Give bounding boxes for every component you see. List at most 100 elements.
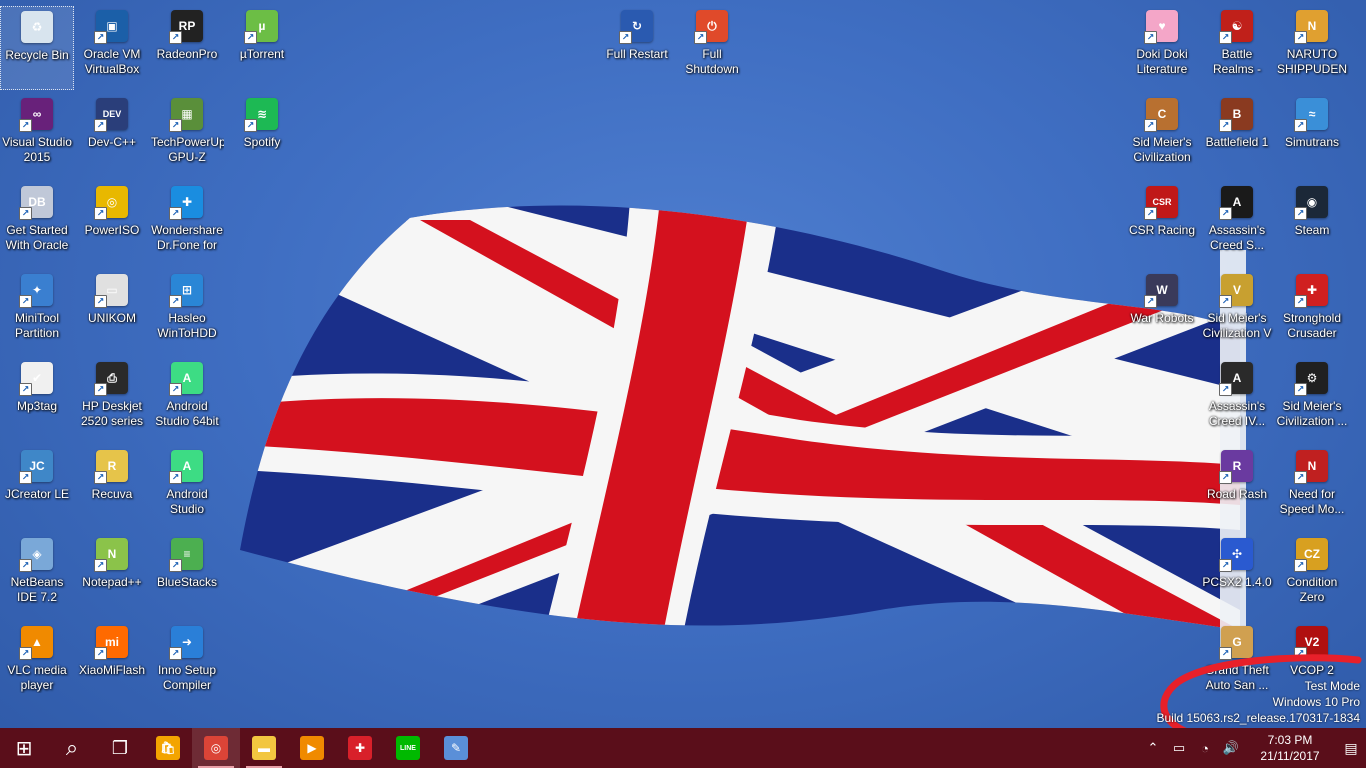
desktop-icon[interactable]: ◎ ↗ PowerISO [75,182,149,266]
desktop-icon[interactable]: ∞ ↗ Visual Studio 2015 [0,94,74,178]
shortcut-arrow-icon: ↗ [1219,471,1232,484]
shortcut-arrow-icon: ↗ [169,31,182,44]
taskbar-app-media-player[interactable]: ▶ [288,728,336,768]
network-icon[interactable]: ◔ [1192,741,1218,756]
shortcut-arrow-icon: ↗ [1144,119,1157,132]
desktop-icon-label: Doki Doki Literature Club [1136,47,1188,76]
desktop-icon[interactable]: ≡ ↗ BlueStacks [150,534,224,618]
desktop-icon-label: MiniTool Partition Wizard [14,311,60,340]
desktop-icon[interactable]: V ↗ Sid Meier's Civilization V [1200,270,1274,354]
desktop-icon[interactable]: ⚙ ↗ Sid Meier's Civilization ... [1275,358,1349,442]
desktop-icon[interactable]: ▭ ↗ UNIKOM [75,270,149,354]
shortcut-arrow-icon: ↗ [94,647,107,660]
desktop-icon-label: Full Shutdown [685,47,739,76]
android-studio-icon: A ↗ [169,362,203,396]
desktop-icon[interactable]: ⎙ ↗ HP Deskjet 2520 series [75,358,149,442]
desktop-icon[interactable]: ⊞ ↗ Hasleo WinToHDD [150,270,224,354]
folder-icon: ▬ [252,736,276,760]
desktop-icon[interactable]: ⏻ ↗ Full Shutdown [675,6,749,90]
desktop[interactable]: ♻ Recycle Bin ▣ ↗ Oracle VM VirtualBox RP ↗ Rad… [0,0,1366,744]
taskbar-app-chrome[interactable]: ◎ [192,728,240,768]
clock[interactable]: 7:03 PM 21/11/2017 [1244,732,1336,764]
desktop-icon[interactable]: DB↗ Get Started With Oracle Database [0,182,74,266]
media-player-icon: ▶ [300,736,324,760]
desktop-icon[interactable]: ➜ ↗ Inno Setup Compiler [150,622,224,706]
condition-zero-icon: CZ ↗ [1294,538,1328,572]
desktop-icon-label: Inno Setup Compiler [157,663,217,692]
desktop-icon[interactable]: N ↗ Notepad++ [75,534,149,618]
taskbar-app-line[interactable]: LINE [384,728,432,768]
icon-glyph: ⚙ [1306,371,1318,385]
icon-glyph: ⎙ [107,370,117,385]
desktop-icon[interactable]: A ↗ Assassin's Creed IV... [1200,358,1274,442]
desktop-icon[interactable]: A ↗ Android Studio 64bit [150,358,224,442]
desktop-icon[interactable]: ▣ ↗ Oracle VM VirtualBox [75,6,149,90]
desktop-icon[interactable]: B ↗ Battlefield 1 [1200,94,1274,178]
wintohdd-icon: ⊞ ↗ [169,274,203,308]
start-button[interactable]: ⊞ [0,728,48,768]
volume-icon[interactable]: 🔊 [1218,740,1244,756]
action-center-icon[interactable]: ▤ [1336,740,1366,757]
desktop-icon-label: Android Studio [166,487,208,516]
icon-glyph: A [182,371,192,385]
desktop-icon[interactable]: ♥↗ Doki Doki Literature Club [1125,6,1199,90]
taskbar-app-store[interactable]: 🛍 [144,728,192,768]
desktop-icon-label: Road Rash [1206,487,1268,501]
shortcut-arrow-icon: ↗ [1294,471,1307,484]
jcreator-icon: JC ↗ [19,450,53,484]
devcpp-icon: DEV ↗ [94,98,128,132]
desktop-icon[interactable]: A ↗ Assassin's Creed S... [1200,182,1274,266]
desktop-icon[interactable]: A ↗ Android Studio [150,446,224,530]
desktop-icon[interactable]: ✔ ↗ Mp3tag [0,358,74,442]
icon-glyph: ☯ [1231,19,1243,33]
desktop-icon[interactable]: ✚ ↗ Stronghold Crusader [1275,270,1349,354]
desktop-icon[interactable]: N ↗ Need for Speed Mo... [1275,446,1349,530]
taskbar-app-paint[interactable]: ✎ [432,728,480,768]
desktop-icon[interactable]: ◈ ↗ NetBeans IDE 7.2 [0,534,74,618]
search-button[interactable]: ⌕ [48,728,96,768]
desktop-icon-label: NARUTO SHIPPUDEN [1276,47,1347,76]
desktop-icon[interactable]: ✚↗ Wondershare Dr.Fone for Android [150,182,224,266]
desktop-icon[interactable]: ▲ ↗ VLC media player [0,622,74,706]
desktop-icon-label: BlueStacks [156,575,218,589]
taskbar-app-antivirus[interactable]: ✚ [336,728,384,768]
desktop-icon[interactable]: ↻ ↗ Full Restart [600,6,674,90]
desktop-icon[interactable]: ✣ ↗ PCSX2 1.4.0 [1200,534,1274,618]
desktop-icon[interactable]: N ↗ NARUTO SHIPPUDEN [1275,6,1349,90]
shortcut-arrow-icon: ↗ [94,119,107,132]
desktop-icon[interactable]: ◉ ↗ Steam [1275,182,1349,266]
desktop-icon[interactable]: R ↗ Recuva [75,446,149,530]
icon-glyph: ✦ [31,283,43,297]
desktop-icon-label: UNIKOM [88,311,136,325]
icon-glyph: A [1232,195,1242,209]
desktop-icon[interactable]: µ ↗ µTorrent [225,6,299,90]
icon-glyph: ♥ [1158,19,1166,33]
paint-icon: ✎ [444,736,468,760]
desktop-icon[interactable]: W ↗ War Robots [1125,270,1199,354]
shortcut-arrow-icon: ↗ [94,295,107,308]
desktop-icon[interactable]: CSR ↗ CSR Racing [1125,182,1199,266]
battery-icon[interactable]: ▭ [1166,740,1192,756]
desktop-icon[interactable]: DEV ↗ Dev-C++ [75,94,149,178]
road-rash-icon: R ↗ [1219,450,1253,484]
desktop-icon[interactable]: mi ↗ XiaoMiFlash [75,622,149,706]
netbeans-icon: ◈ ↗ [19,538,53,572]
desktop-icon[interactable]: ▦ ↗ TechPowerUp GPU-Z [150,94,224,178]
desktop-icon[interactable]: ♻ Recycle Bin [0,6,74,90]
taskbar-app-file-explorer[interactable]: ▬ [240,728,288,768]
shortcut-arrow-icon: ↗ [244,31,257,44]
task-view-button[interactable]: ❐ [96,728,144,768]
oracle-db-icon: DB ↗ [19,186,53,220]
desktop-icon[interactable]: RP ↗ RadeonPro [150,6,224,90]
desktop-icon[interactable]: R ↗ Road Rash [1200,446,1274,530]
desktop-icon-label: Battle Realms - Winter of the Wolf [1212,47,1261,76]
desktop-icon[interactable]: JC ↗ JCreator LE [0,446,74,530]
desktop-icon[interactable]: ≈ ↗ Simutrans [1275,94,1349,178]
desktop-icon[interactable]: C↗ Sid Meier's Civilization IV [1125,94,1199,178]
desktop-icon[interactable]: CZ ↗ Condition Zero [1275,534,1349,618]
desktop-icon-label: HP Deskjet 2520 series [80,399,144,428]
show-hidden-icons-chevron-icon[interactable]: ⌃ [1140,740,1166,756]
desktop-icon[interactable]: ✦↗ MiniTool Partition Wizard [0,270,74,354]
desktop-icon[interactable]: ☯↗ Battle Realms - Winter of the Wolf [1200,6,1274,90]
desktop-icon[interactable]: ≋ ↗ Spotify [225,94,299,178]
